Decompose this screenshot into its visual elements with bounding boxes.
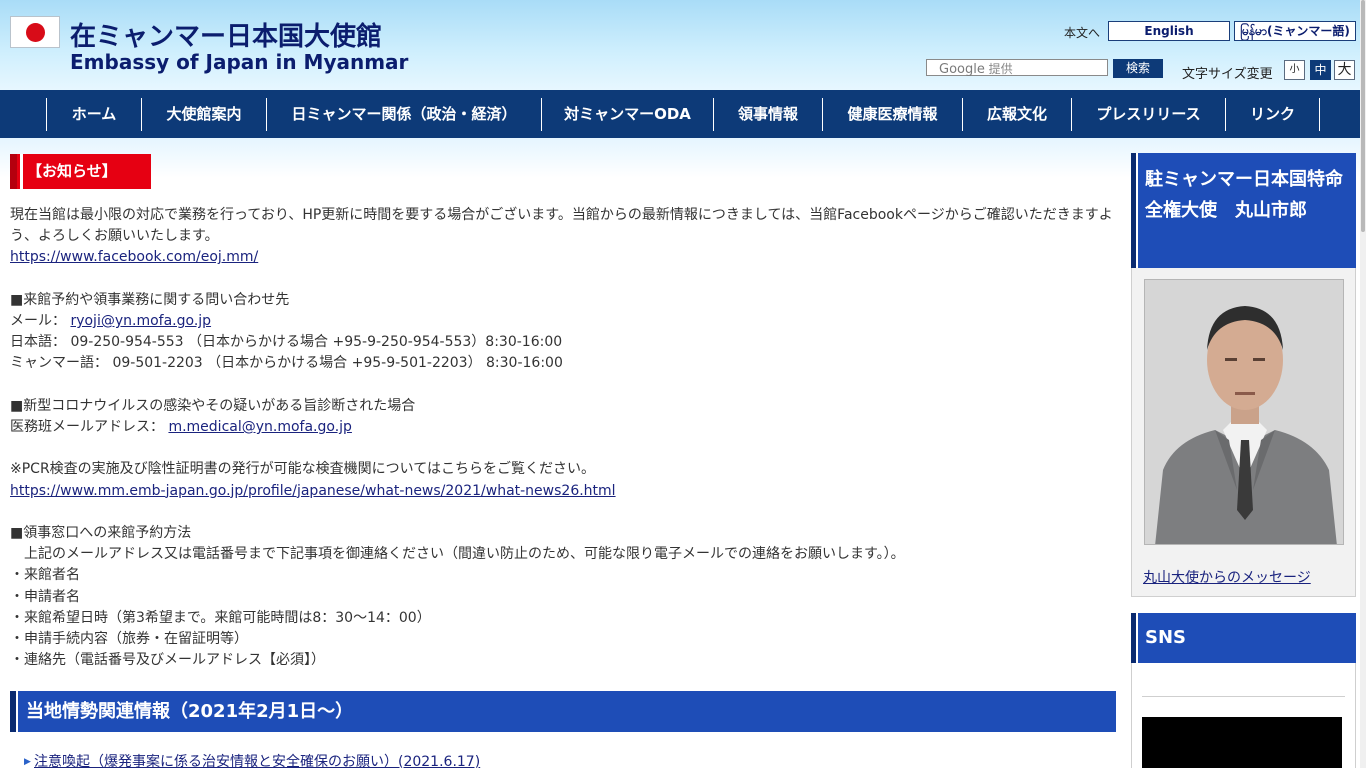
nav-divider-end: [1319, 98, 1320, 131]
medical-line: 医務班メールアドレス： m.medical@yn.mofa.go.jp: [10, 417, 1116, 438]
ambassador-message-link[interactable]: 丸山大使からのメッセージ: [1143, 570, 1311, 586]
nav-item-relations[interactable]: 日ミャンマー関係（政治・経済）: [266, 98, 541, 131]
font-size-large-button[interactable]: 大: [1334, 60, 1355, 80]
ambassador-portrait-illustration: [1145, 280, 1343, 544]
reservation-item: ・来館希望日時（第3希望まで。来館可能時間は8：30〜14：00）: [10, 609, 431, 626]
ambassador-photo: [1144, 279, 1344, 545]
nav-item-culture[interactable]: 広報文化: [962, 98, 1071, 131]
reservation-item: ・連絡先（電話番号及びメールアドレス【必須】）: [10, 652, 325, 669]
nav-item-press[interactable]: プレスリリース: [1071, 98, 1225, 131]
sns-divider: [1142, 696, 1345, 697]
intro-text: 現在当館は最小限の対応で業務を行っており、HP更新に時間を要する場合がございます…: [10, 207, 1113, 245]
consular-heading: ■来館予約や領事業務に関する問い合わせ先: [10, 291, 290, 308]
covid-heading: ■新型コロナウイルスの感染やその疑いがある旨診断された場合: [10, 397, 416, 414]
search-button[interactable]: 検索: [1113, 59, 1163, 78]
japan-flag-logo[interactable]: [10, 16, 60, 48]
search-placeholder-suffix: 提供: [988, 62, 1013, 76]
sns-embed-frame[interactable]: [1142, 717, 1342, 768]
phone-my: ミャンマー語： 09-501-2203 （日本からかける場合 +95-9-501…: [10, 355, 563, 372]
scrollbar-thumb[interactable]: [1361, 0, 1365, 232]
phone-ja: 日本語： 09-250-954-553 （日本からかける場合 +95-9-250…: [10, 334, 563, 351]
reservation-intro: 上記のメールアドレス又は電話番号まで下記事項を御連絡ください（間違い防止のため、…: [24, 546, 905, 563]
facebook-link[interactable]: https://www.facebook.com/eoj.mm/: [10, 249, 258, 265]
google-brand-text: Google: [939, 62, 985, 77]
nav-item-oda[interactable]: 対ミャンマーODA: [541, 98, 713, 131]
site-title-ja[interactable]: 在ミャンマー日本国大使館: [70, 16, 382, 53]
notice-body: 現在当館は最小限の対応で業務を行っており、HP更新に時間を要する場合がございます…: [10, 205, 1116, 671]
search-input[interactable]: Google 提供: [926, 59, 1108, 77]
news-link[interactable]: 注意喚起（爆発事案に係る治安情報と安全確保のお願い）(2021.6.17): [34, 754, 480, 768]
pcr-link[interactable]: https://www.mm.emb-japan.go.jp/profile/j…: [10, 483, 616, 499]
language-myanmar-button[interactable]: မြန်မာ(ミャンマー語): [1234, 21, 1356, 41]
ambassador-message-item: 丸山大使からのメッセージ: [1143, 567, 1311, 587]
news-list-item: ▶ 注意喚起（爆発事案に係る治安情報と安全確保のお願い）(2021.6.17): [24, 751, 480, 768]
mail-line: メール： ryoji@yn.mofa.go.jp: [10, 311, 1116, 332]
site-header: 在ミャンマー日本国大使館 Embassy of Japan in Myanmar…: [0, 0, 1366, 90]
medical-label: 医務班メールアドレス：: [10, 419, 164, 435]
nav-item-links[interactable]: リンク: [1225, 98, 1319, 131]
global-nav: ホーム 大使館案内 日ミャンマー関係（政治・経済） 対ミャンマーODA 領事情報…: [0, 90, 1366, 138]
notice-heading: 【お知らせ】: [10, 154, 151, 189]
language-english-button[interactable]: English: [1108, 21, 1230, 41]
site-title-en[interactable]: Embassy of Japan in Myanmar: [70, 50, 408, 74]
nav-item-embassy[interactable]: 大使館案内: [141, 98, 266, 131]
ambassador-title: 駐ミャンマー日本国特命全権大使 丸山市郎: [1131, 153, 1356, 268]
reservation-heading: ■領事窓口への来館予約方法: [10, 524, 192, 541]
list-arrow-icon: ▶: [24, 757, 31, 767]
pcr-text: ※PCR検査の実施及び陰性証明書の発行が可能な検査機関についてはこちらをご覧くだ…: [10, 461, 595, 478]
situation-section-heading: 当地情勢関連情報（2021年2月1日〜）: [10, 691, 1116, 732]
reservation-item: ・申請者名: [10, 588, 80, 605]
reservation-item: ・来館者名: [10, 567, 80, 584]
font-size-medium-button[interactable]: 中: [1310, 60, 1331, 80]
flag-sun: [26, 23, 45, 42]
consular-mail-link[interactable]: ryoji@yn.mofa.go.jp: [70, 313, 211, 329]
medical-mail-link[interactable]: m.medical@yn.mofa.go.jp: [168, 419, 351, 435]
search-placeholder: Google 提供: [939, 60, 1013, 77]
nav-item-home[interactable]: ホーム: [46, 98, 141, 131]
font-size-small-button[interactable]: 小: [1284, 60, 1305, 80]
mail-label: メール：: [10, 313, 66, 329]
nav-item-health[interactable]: 健康医療情報: [822, 98, 962, 131]
sns-heading: SNS: [1131, 613, 1356, 663]
font-size-label: 文字サイズ変更: [1182, 67, 1273, 82]
reservation-item: ・申請手続内容（旅券・在留証明等）: [10, 631, 248, 647]
skip-to-content-link[interactable]: 本文へ: [1064, 24, 1100, 41]
nav-item-consular[interactable]: 領事情報: [713, 98, 822, 131]
